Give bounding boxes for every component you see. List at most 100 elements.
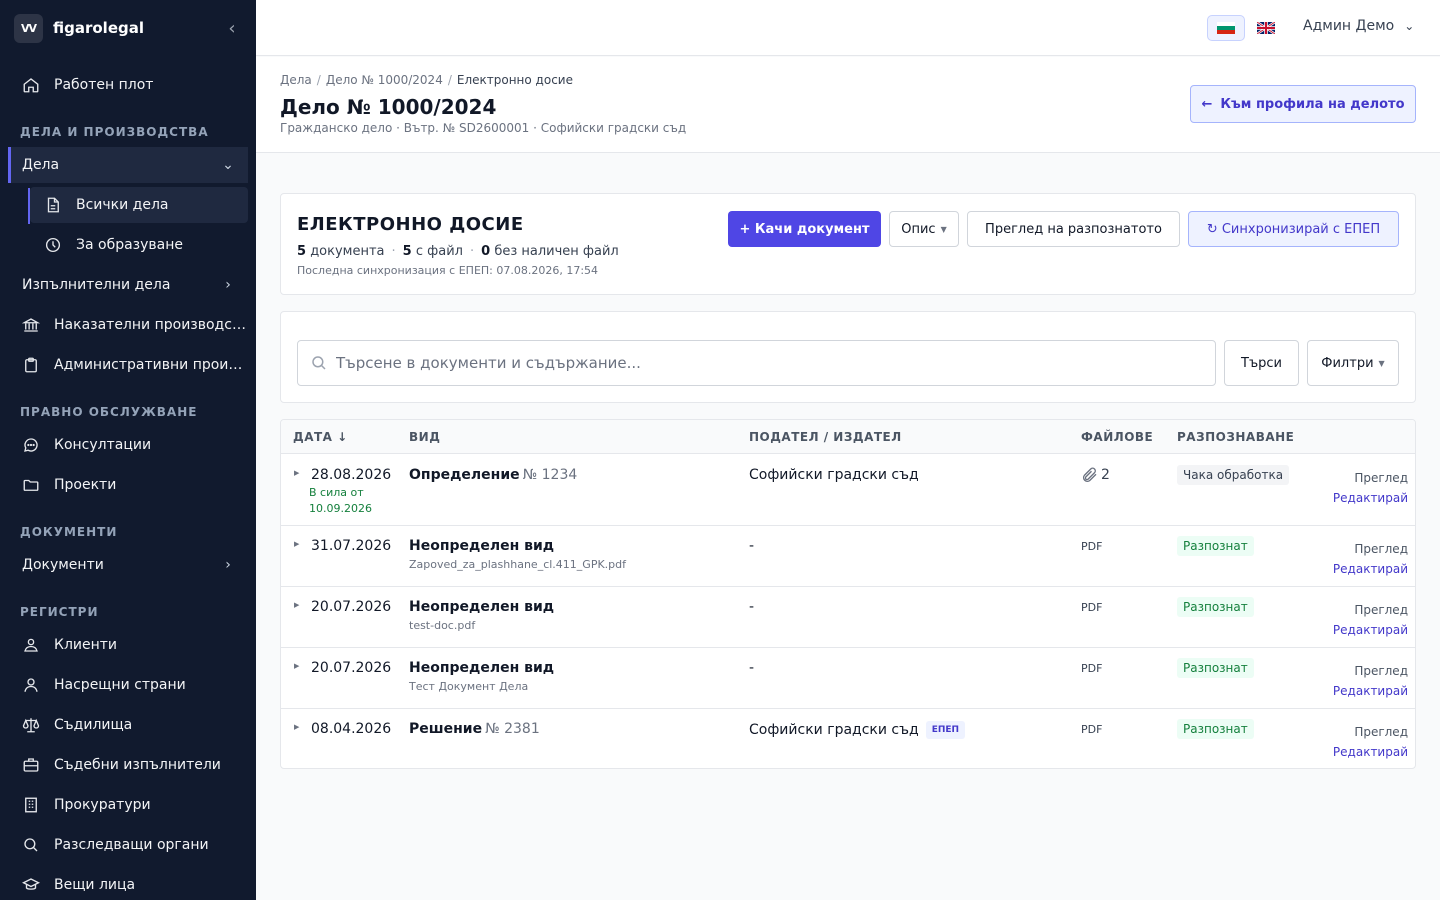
sidebar-item-label: Работен плот <box>54 77 154 93</box>
users-icon <box>22 636 40 654</box>
sidebar-item-investigators[interactable]: Разследващи органи <box>8 827 248 863</box>
paperclip-icon <box>1083 467 1097 482</box>
row-actions: Преглед Редактирай <box>1333 600 1408 640</box>
back-to-case-button[interactable]: ← Към профила на делото <box>1190 85 1416 123</box>
row-files[interactable]: 2 <box>1081 466 1110 484</box>
sidebar-item-administrative[interactable]: Административни производства <box>8 347 248 383</box>
chat-icon <box>22 436 40 454</box>
view-link[interactable]: Преглед <box>1333 600 1408 620</box>
brand-name[interactable]: figarolegal <box>53 19 222 37</box>
row-files[interactable]: PDF <box>1081 601 1102 614</box>
table-row[interactable]: ▶ 20.07.2026 Неопределен вид test-doc.pd… <box>281 587 1415 648</box>
sidebar-item-clients[interactable]: Клиенти <box>8 627 248 663</box>
breadcrumb-cases[interactable]: Дела <box>280 73 312 87</box>
breadcrumb-case[interactable]: Дело № 1000/2024 <box>326 73 443 87</box>
search-icon <box>22 836 40 854</box>
sort-select[interactable]: Опис ▼ <box>889 211 959 247</box>
sidebar-item-third-parties[interactable]: Вещи лица <box>8 867 248 900</box>
view-link[interactable]: Преглед <box>1333 661 1408 681</box>
sidebar-item-counterparties[interactable]: Насрещни страни <box>8 667 248 703</box>
row-kind: Неопределен вид <box>409 660 554 676</box>
sidebar-item-label: Разследващи органи <box>54 837 209 853</box>
search-card: Търси Филтри ▼ <box>280 311 1416 403</box>
dossier-stats: 5 документа · 5 с файл · 0 без наличен файл <box>297 244 619 259</box>
view-link[interactable]: Преглед <box>1333 722 1408 742</box>
status-badge: Разпознат <box>1177 658 1254 678</box>
row-files[interactable]: PDF <box>1081 540 1102 553</box>
search-button[interactable]: Търси <box>1224 340 1299 386</box>
brand: VV figarolegal ‹ <box>0 0 256 56</box>
stat-count: 5 <box>402 244 412 259</box>
row-kind: Определение № 1234 <box>409 467 577 483</box>
row-date: 28.08.2026 <box>311 467 392 483</box>
search-box[interactable] <box>297 340 1216 386</box>
table-row[interactable]: ▶ 31.07.2026 Неопределен вид Zapoved_za_… <box>281 526 1415 587</box>
row-kind: Неопределен вид <box>409 538 554 554</box>
section-legal-title: ПРАВНО ОБСЛУЖВАНЕ <box>20 405 198 419</box>
effective-label: В сила от <box>309 486 364 499</box>
effective-date: В сила от 10.09.2026 <box>309 485 389 517</box>
user-menu[interactable]: Админ Демо ⌄ <box>1303 18 1414 34</box>
sidebar-item-for-creation[interactable]: За образуване <box>30 227 248 263</box>
sidebar-item-consultations[interactable]: Консултации <box>8 427 248 463</box>
column-date[interactable]: ДАТА ↓ <box>293 430 348 444</box>
row-kind: Неопределен вид <box>409 599 554 615</box>
row-sender: - <box>749 599 754 615</box>
row-actions: Преглед Редактирай <box>1333 468 1408 508</box>
sidebar-item-dashboard[interactable]: Работен плот <box>8 67 248 103</box>
edit-link[interactable]: Редактирай <box>1333 681 1408 701</box>
row-sender: - <box>749 660 754 676</box>
view-link[interactable]: Преглед <box>1333 468 1408 488</box>
search-input[interactable] <box>336 354 1215 372</box>
table-row[interactable]: ▶ 08.04.2026 Решение № 2381 Софийски град… <box>281 709 1415 768</box>
stat-label: документа <box>310 244 385 259</box>
chevron-right-icon: › <box>225 277 231 293</box>
expand-icon[interactable]: ▶ <box>294 662 299 670</box>
expand-icon[interactable]: ▶ <box>294 469 299 477</box>
expand-icon[interactable]: ▶ <box>294 540 299 548</box>
sidebar-item-projects[interactable]: Проекти <box>8 467 248 503</box>
row-actions: Преглед Редактирай <box>1333 661 1408 701</box>
sidebar-item-documents[interactable]: Документи › <box>8 547 248 583</box>
expand-icon[interactable]: ▶ <box>294 723 299 731</box>
review-recognized-button[interactable]: Преглед на разпознатото <box>967 211 1180 247</box>
upload-document-button[interactable]: + Качи документ <box>728 211 881 247</box>
sidebar-item-prosecutors[interactable]: Прокуратури <box>8 787 248 823</box>
sync-epep-button[interactable]: ↻ Синхронизирай с ЕПЕП <box>1188 211 1399 247</box>
edit-link[interactable]: Редактирай <box>1333 742 1408 762</box>
sidebar-item-label: Клиенти <box>54 637 118 653</box>
language-en-button[interactable] <box>1247 15 1285 41</box>
user-icon <box>22 676 40 694</box>
back-to-case-label: Към профила на делото <box>1220 96 1405 112</box>
page-subtitle: Гражданско дело · Вътр. № SD2600001 · Со… <box>280 121 687 135</box>
view-link[interactable]: Преглед <box>1333 539 1408 559</box>
sidebar-item-label: Наказателни производства <box>54 317 248 333</box>
sidebar-item-courts[interactable]: Съдилища <box>8 707 248 743</box>
chevron-down-icon: ⌄ <box>222 157 234 173</box>
table-row[interactable]: ▶ 20.07.2026 Неопределен вид Тест Докуме… <box>281 648 1415 709</box>
sidebar-item-label: Административни производства <box>54 357 248 373</box>
row-files[interactable]: PDF <box>1081 662 1102 675</box>
edit-link[interactable]: Редактирай <box>1333 488 1408 508</box>
stat-count: 0 <box>481 244 491 259</box>
building-icon <box>22 796 40 814</box>
sidebar-item-all-cases[interactable]: Всички дела <box>30 187 248 223</box>
chevron-left-icon[interactable]: ‹ <box>222 18 242 39</box>
filters-button[interactable]: Филтри ▼ <box>1307 340 1399 386</box>
sidebar-item-enforcement[interactable]: Изпълнителни дела › <box>8 267 248 303</box>
edit-link[interactable]: Редактирай <box>1333 559 1408 579</box>
home-icon <box>22 76 40 94</box>
row-date: 20.07.2026 <box>311 660 392 676</box>
sidebar-item-cases[interactable]: Дела ⌄ <box>8 147 248 183</box>
table-row[interactable]: ▶ 28.08.2026 В сила от 10.09.2026 Опреде… <box>281 455 1415 526</box>
language-bg-button[interactable] <box>1207 15 1245 41</box>
edit-link[interactable]: Редактирай <box>1333 620 1408 640</box>
sidebar-item-criminal[interactable]: Наказателни производства <box>8 307 248 343</box>
expand-icon[interactable]: ▶ <box>294 601 299 609</box>
chevron-down-icon: ⌄ <box>1404 19 1415 33</box>
row-files[interactable]: PDF <box>1081 723 1102 736</box>
sidebar-item-bailiffs[interactable]: Съдебни изпълнители <box>8 747 248 783</box>
chevron-right-icon: › <box>225 557 231 573</box>
sender-name: - <box>749 660 755 676</box>
caret-down-icon: ▼ <box>1378 358 1385 368</box>
